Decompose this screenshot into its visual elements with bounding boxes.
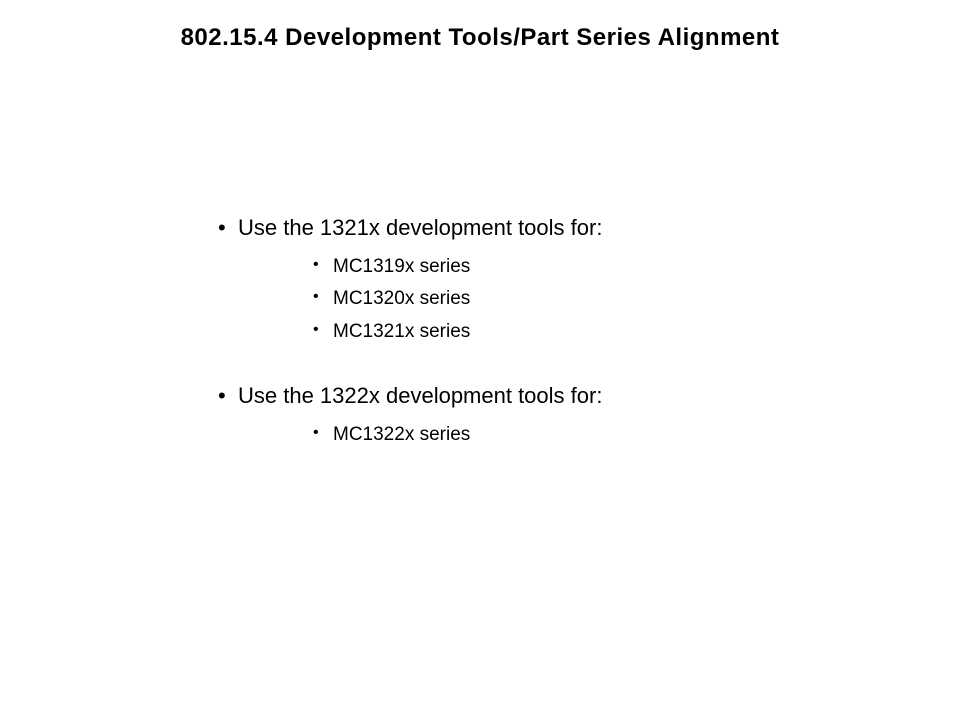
list-item-heading: Use the 1322x development tools for: xyxy=(238,383,602,408)
top-level-list: Use the 1321x development tools for: MC1… xyxy=(218,215,858,451)
sub-list-item: MC1319x series xyxy=(313,251,858,283)
list-item: Use the 1322x development tools for: MC1… xyxy=(218,383,858,451)
slide-content: Use the 1321x development tools for: MC1… xyxy=(218,215,858,486)
sub-list-item: MC1322x series xyxy=(313,419,858,451)
list-item: Use the 1321x development tools for: MC1… xyxy=(218,215,858,348)
sub-list: MC1319x series MC1320x series MC1321x se… xyxy=(313,251,858,348)
sub-list-item: MC1320x series xyxy=(313,283,858,315)
sub-list: MC1322x series xyxy=(313,419,858,451)
sub-list-item: MC1321x series xyxy=(313,316,858,348)
slide-title: 802.15.4 Development Tools/Part Series A… xyxy=(0,24,960,52)
list-item-heading: Use the 1321x development tools for: xyxy=(238,215,602,240)
